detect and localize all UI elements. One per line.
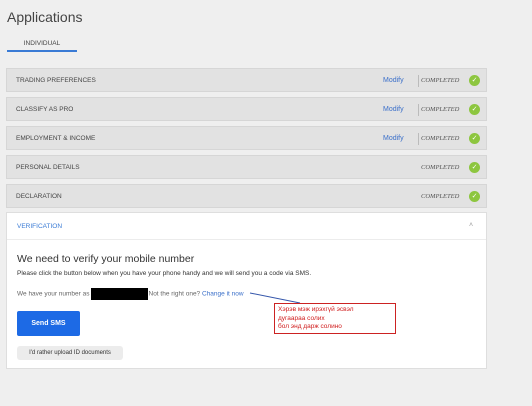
modify-link[interactable]: Modify [383,135,404,142]
chevron-up-icon[interactable]: ˄ [469,222,473,229]
section-label: CLASSIFY AS PRO [16,105,74,113]
section-label: DECLARATION [16,192,62,200]
section-trading-preferences[interactable]: TRADING PREFERENCES Modify COMPLETED ✓ [6,68,487,92]
verification-instruction: Please click the button below when you h… [17,270,312,277]
verification-title: We need to verify your mobile number [17,253,195,265]
number-suffix: Not the right one? [148,290,201,298]
status-text: COMPLETED [421,192,460,200]
annotation-line: бол энд дарж солино [278,323,342,330]
page-title: Applications [7,9,83,25]
section-label: PERSONAL DETAILS [16,163,80,171]
verification-header[interactable]: VERIFICATION [17,223,62,230]
status-text: COMPLETED [421,163,460,171]
status-text: COMPLETED [421,134,460,142]
phone-number-line: We have your number as Not the right one?… [17,288,244,300]
tab-individual[interactable]: INDIVIDUAL [7,36,77,52]
verification-card: VERIFICATION ˄ We need to verify your mo… [6,212,487,369]
section-personal-details[interactable]: PERSONAL DETAILS COMPLETED ✓ [6,155,487,179]
number-prefix: We have your number as [17,290,90,298]
annotation-line: дугаараа солих [278,314,325,322]
section-label: EMPLOYMENT & INCOME [16,134,96,142]
section-declaration[interactable]: DECLARATION COMPLETED ✓ [6,184,487,208]
check-icon: ✓ [469,161,480,173]
divider [418,75,419,87]
check-icon: ✓ [469,132,480,144]
section-employment-income[interactable]: EMPLOYMENT & INCOME Modify COMPLETED ✓ [6,126,487,150]
modify-link[interactable]: Modify [383,106,404,113]
send-sms-button[interactable]: Send SMS [17,311,80,336]
status-text: COMPLETED [421,76,460,84]
divider [7,239,486,240]
status-text: COMPLETED [421,105,460,113]
divider [418,104,419,116]
redacted-phone-number [90,288,148,300]
check-icon: ✓ [469,190,480,202]
divider [418,133,419,145]
section-label: TRADING PREFERENCES [16,76,96,84]
check-icon: ✓ [469,74,480,86]
check-icon: ✓ [469,103,480,115]
change-number-link[interactable]: Change it now [202,291,244,298]
section-classify-as-pro[interactable]: CLASSIFY AS PRO Modify COMPLETED ✓ [6,97,487,121]
annotation-line: Хэрэв мэж ирэхгүй эсвэл [278,306,354,313]
modify-link[interactable]: Modify [383,77,404,84]
annotation-note: Хэрэв мэж ирэхгүй эсвэл дугаараа солих б… [274,303,396,334]
upload-id-documents-button[interactable]: I'd rather upload ID documents [17,346,123,360]
